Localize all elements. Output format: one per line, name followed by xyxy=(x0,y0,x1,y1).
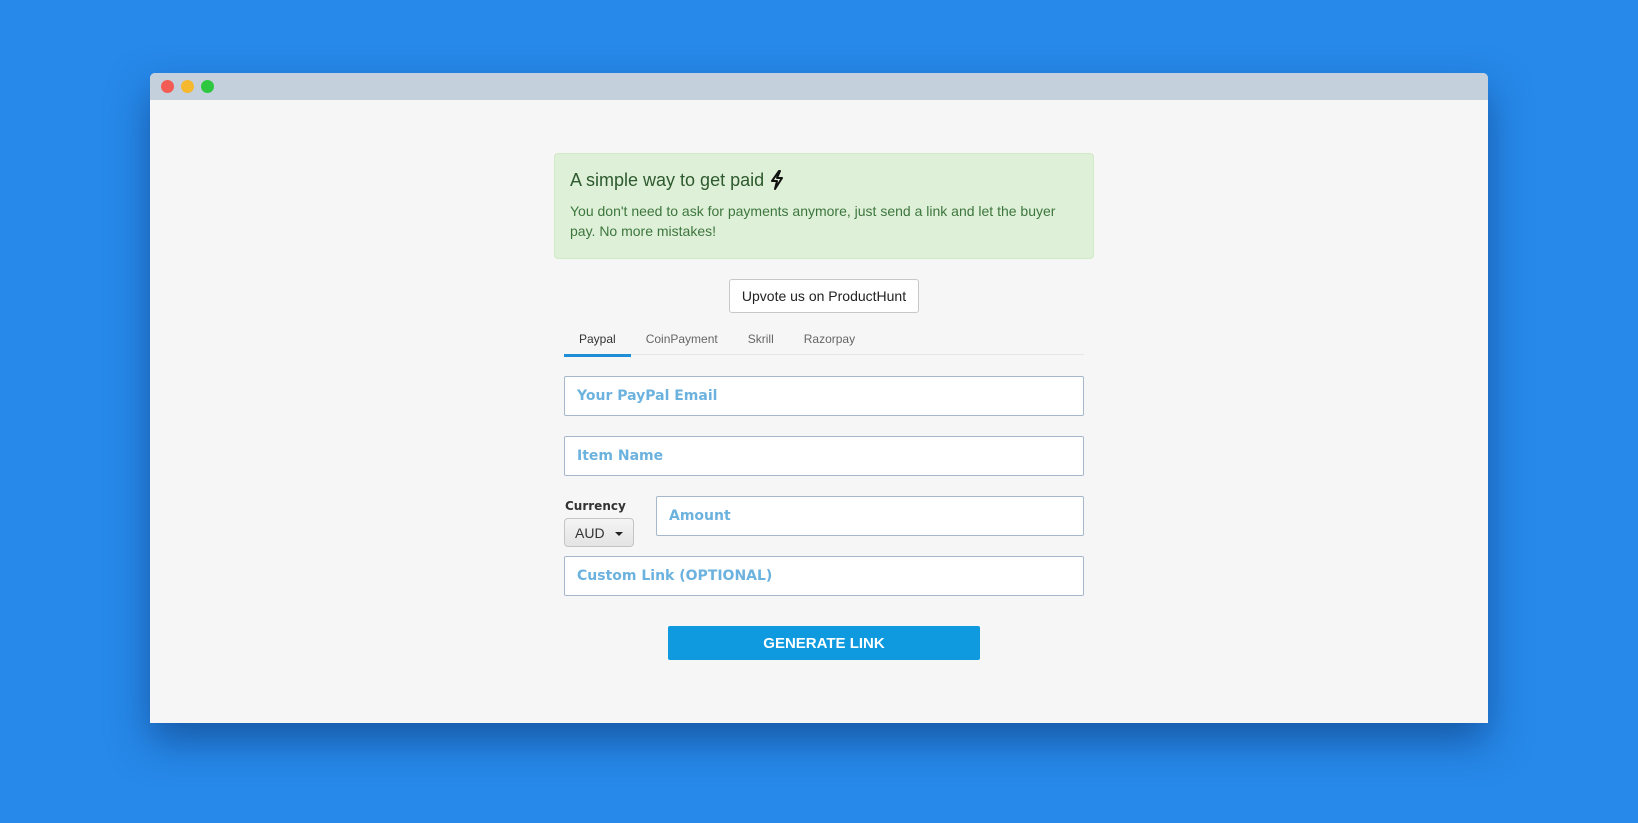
item-name-input[interactable] xyxy=(564,436,1084,476)
upvote-producthunt-button[interactable]: Upvote us on ProductHunt xyxy=(729,279,919,313)
page-content: A simple way to get paid You don't need … xyxy=(150,100,1488,723)
lightning-bolt-icon xyxy=(771,170,784,190)
browser-window: A simple way to get paid You don't need … xyxy=(150,73,1488,723)
currency-selected-value: AUD xyxy=(575,524,605,541)
close-window-button[interactable] xyxy=(161,80,174,93)
tab-coinpayment[interactable]: CoinPayment xyxy=(631,323,733,355)
maximize-window-button[interactable] xyxy=(201,80,214,93)
payment-tabs: Paypal CoinPayment Skrill Razorpay xyxy=(564,323,1084,357)
tab-razorpay[interactable]: Razorpay xyxy=(789,323,870,355)
paypal-email-input[interactable] xyxy=(564,376,1084,416)
alert-title-row: A simple way to get paid xyxy=(570,169,1078,191)
custom-link-input[interactable] xyxy=(564,556,1084,596)
minimize-window-button[interactable] xyxy=(181,80,194,93)
alert-title: A simple way to get paid xyxy=(570,170,765,190)
generate-link-button[interactable]: GENERATE LINK xyxy=(668,626,980,660)
window-titlebar xyxy=(150,73,1488,100)
currency-label: Currency xyxy=(565,499,626,513)
tab-skrill[interactable]: Skrill xyxy=(733,323,789,355)
chevron-down-icon xyxy=(614,531,623,536)
alert-text: You don't need to ask for payments anymo… xyxy=(570,203,1056,239)
amount-input[interactable] xyxy=(656,496,1084,536)
info-alert: A simple way to get paid You don't need … xyxy=(554,153,1094,259)
currency-dropdown[interactable]: AUD xyxy=(564,518,634,547)
tab-paypal[interactable]: Paypal xyxy=(564,323,631,357)
